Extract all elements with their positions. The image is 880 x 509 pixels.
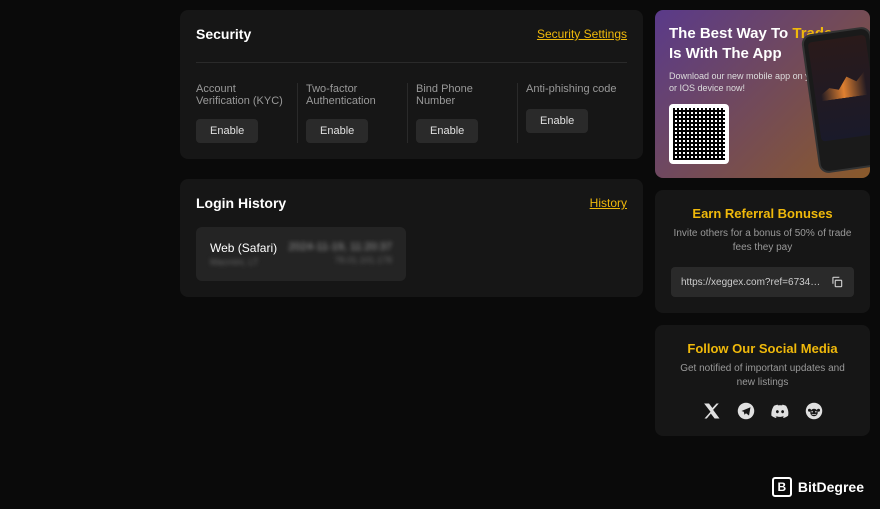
security-label: Two-factor Authentication — [306, 83, 399, 107]
telegram-icon[interactable] — [737, 402, 755, 420]
social-title: Follow Our Social Media — [671, 341, 854, 356]
login-browser: Web (Safari) — [210, 241, 277, 255]
security-item-phone: Bind Phone Number Enable — [408, 83, 518, 143]
referral-card: Earn Referral Bonuses Invite others for … — [655, 190, 870, 313]
login-history-title: Login History — [196, 195, 286, 211]
social-description: Get notified of important updates and ne… — [671, 362, 854, 390]
qr-code[interactable] — [669, 104, 729, 164]
referral-description: Invite others for a bonus of 50% of trad… — [671, 227, 854, 255]
enable-button[interactable]: Enable — [416, 119, 478, 143]
login-history-card: Login History History Web (Safari) Macmi… — [180, 179, 643, 297]
discord-icon[interactable] — [771, 402, 789, 420]
login-entry: Web (Safari) Macmini, LT 2024-11-19, 11:… — [196, 227, 406, 281]
security-title: Security — [196, 26, 251, 42]
enable-button[interactable]: Enable — [306, 119, 368, 143]
security-item-antiphishing: Anti-phishing code Enable — [518, 83, 627, 143]
watermark: B BitDegree — [772, 477, 864, 497]
referral-url: https://xeggex.com?ref=67348c39… — [681, 277, 822, 288]
login-timestamp: 2024-11-19, 11:20:37 — [288, 241, 392, 253]
security-label: Anti-phishing code — [526, 83, 619, 97]
security-label: Account Verification (KYC) — [196, 83, 289, 107]
watermark-text: BitDegree — [798, 479, 864, 495]
referral-link-box: https://xeggex.com?ref=67348c39… — [671, 267, 854, 297]
copy-icon[interactable] — [830, 275, 844, 289]
enable-button[interactable]: Enable — [526, 109, 588, 133]
enable-button[interactable]: Enable — [196, 119, 258, 143]
login-detail: Macmini, LT — [210, 257, 277, 267]
security-item-2fa: Two-factor Authentication Enable — [298, 83, 408, 143]
reddit-icon[interactable] — [805, 402, 823, 420]
security-item-kyc: Account Verification (KYC) Enable — [196, 83, 298, 143]
social-card: Follow Our Social Media Get notified of … — [655, 325, 870, 436]
security-settings-link[interactable]: Security Settings — [537, 27, 627, 41]
security-card: Security Security Settings Account Verif… — [180, 10, 643, 159]
history-link[interactable]: History — [590, 196, 627, 210]
x-twitter-icon[interactable] — [703, 402, 721, 420]
bitdegree-logo-icon: B — [772, 477, 792, 497]
security-label: Bind Phone Number — [416, 83, 509, 107]
referral-title: Earn Referral Bonuses — [671, 206, 854, 221]
login-ip: 78.01.101.178 — [288, 255, 392, 265]
app-promo-card: The Best Way To Trade Is With The App Do… — [655, 10, 870, 178]
